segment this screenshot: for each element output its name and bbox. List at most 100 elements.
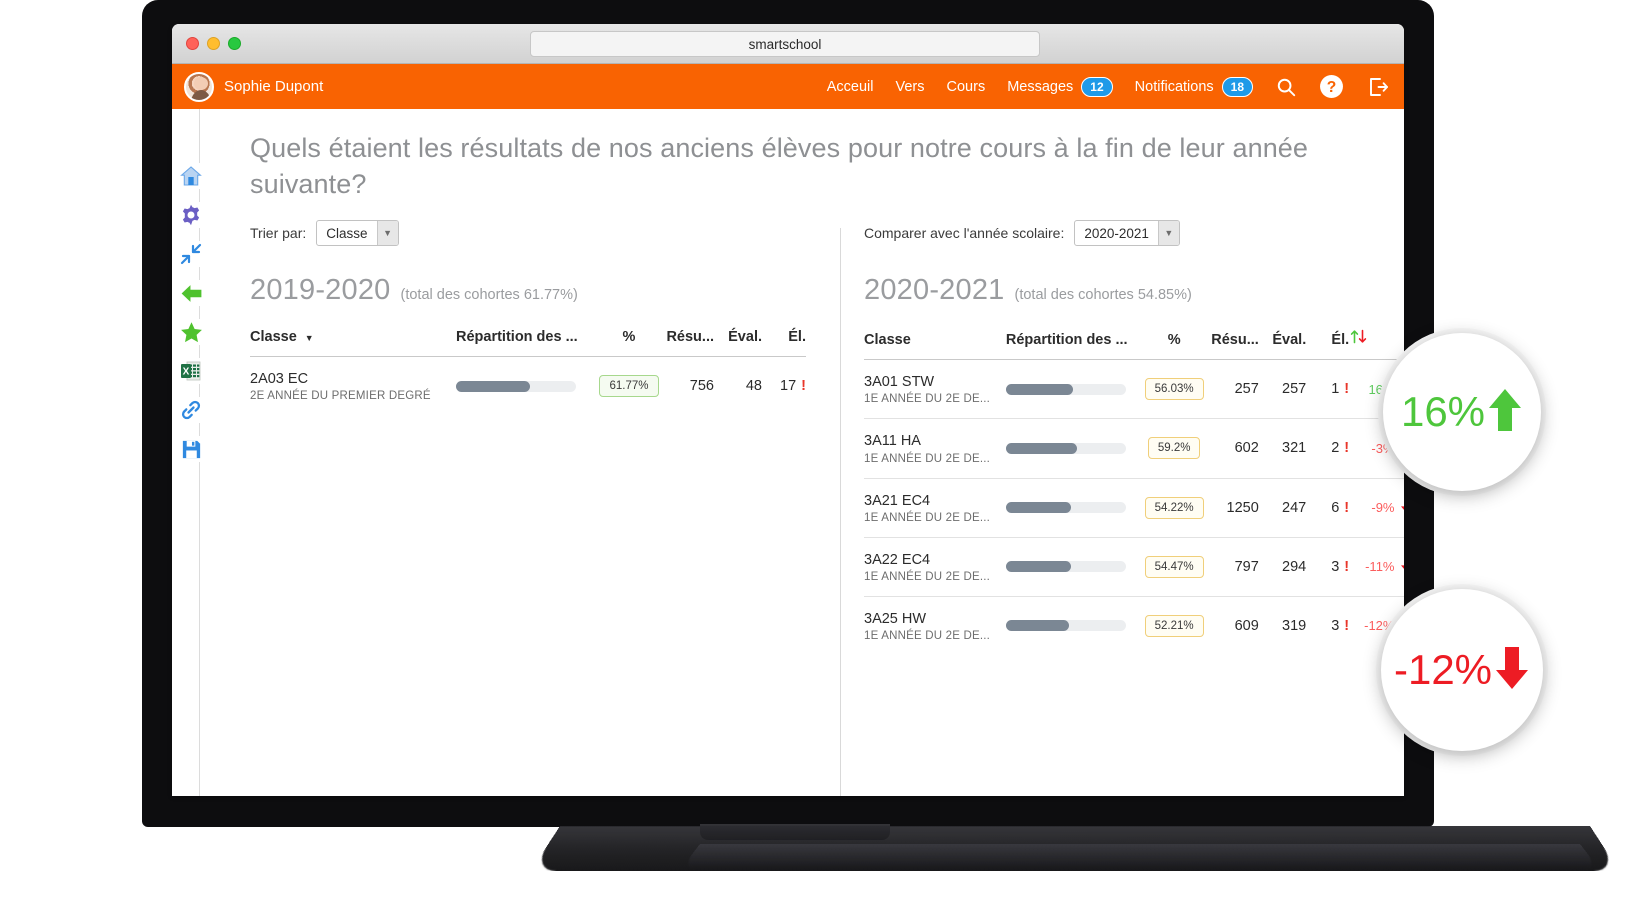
right-col-eval[interactable]: Éval. bbox=[1259, 329, 1306, 360]
class-subtitle: 1E ANNÉE DU 2E DE... bbox=[864, 452, 991, 465]
el-value: 2 bbox=[1331, 440, 1340, 457]
right-cell-pct: 56.03% bbox=[1141, 360, 1207, 419]
left-col-el[interactable]: Él. bbox=[762, 329, 806, 357]
link-icon[interactable] bbox=[178, 397, 204, 423]
help-icon[interactable]: ? bbox=[1319, 74, 1344, 99]
left-col-eval[interactable]: Éval. bbox=[714, 329, 762, 357]
close-window-button[interactable] bbox=[186, 37, 199, 50]
sort-label: Trier par: bbox=[250, 225, 307, 242]
warning-icon: ! bbox=[801, 378, 806, 395]
left-cell-pct: 61.77% bbox=[596, 357, 662, 416]
right-cell-class: 3A11 HA 1E ANNÉE DU 2E DE... bbox=[864, 419, 1006, 478]
class-name: 2A03 EC bbox=[250, 371, 309, 388]
nav-label-messages: Messages bbox=[1007, 78, 1074, 95]
distribution-bar-fill bbox=[1005, 561, 1072, 573]
right-cell-bar bbox=[1005, 419, 1141, 478]
nav-item-cours[interactable]: Cours bbox=[947, 79, 986, 95]
right-cell-class: 3A01 STW 1E ANNÉE DU 2E DE... bbox=[864, 360, 1006, 419]
maximize-window-button[interactable] bbox=[228, 37, 241, 50]
warning-icon: ! bbox=[1344, 381, 1350, 398]
right-cell-el: 3! bbox=[1306, 596, 1349, 655]
browser-window: smartschool Sophie Dupont Acceuil Vers C… bbox=[172, 24, 1404, 796]
left-col-pct[interactable]: % bbox=[596, 329, 662, 357]
url-bar[interactable]: smartschool bbox=[530, 31, 1040, 57]
nav-item-acceuil[interactable]: Acceuil bbox=[827, 79, 874, 95]
left-cell-class: 2A03 EC 2E ANNÉE DU PREMIER DEGRÉ bbox=[250, 357, 456, 416]
right-col-resu[interactable]: Résu... bbox=[1207, 329, 1259, 360]
el-value: 6 bbox=[1331, 499, 1340, 516]
percent-chip: 59.2% bbox=[1147, 437, 1201, 460]
nav-label-acceuil: Acceuil bbox=[826, 78, 874, 95]
app-header: Sophie Dupont Acceuil Vers Cours Message… bbox=[172, 64, 1404, 109]
right-cell-pct: 54.22% bbox=[1141, 478, 1207, 537]
distribution-bar bbox=[456, 380, 576, 392]
table-row[interactable]: 3A01 STW 1E ANNÉE DU 2E DE... 56.03% 257 257… bbox=[864, 359, 1404, 419]
right-cell-resu: 797 bbox=[1234, 558, 1259, 575]
left-year-subtitle: (total des cohortes 61.77%) bbox=[400, 287, 578, 304]
table-row[interactable]: 3A22 EC4 1E ANNÉE DU 2E DE... 54.47% 797 294… bbox=[864, 537, 1404, 596]
table-row[interactable]: 3A25 HW 1E ANNÉE DU 2E DE... 52.21% 609 319 3… bbox=[864, 596, 1404, 655]
right-cell-resu: 1250 bbox=[1226, 499, 1259, 516]
sort-by-value: Classe bbox=[326, 225, 368, 241]
distribution-bar bbox=[1005, 442, 1126, 454]
callout-decrease-text: -12% bbox=[1393, 646, 1493, 693]
right-cell-class: 3A22 EC4 1E ANNÉE DU 2E DE... bbox=[864, 537, 1006, 596]
left-col-classe-label: Classe bbox=[250, 329, 297, 346]
app-body: X Quels étaient les résultats de nos anc… bbox=[172, 109, 1404, 796]
distribution-bar bbox=[1005, 620, 1126, 632]
nav-item-messages[interactable]: Messages 12 bbox=[1007, 76, 1113, 97]
sort-by-select[interactable]: Classe ▼ bbox=[316, 220, 399, 247]
compare-year-select[interactable]: 2020-2021 ▼ bbox=[1074, 220, 1180, 247]
excel-export-icon[interactable]: X bbox=[178, 358, 204, 384]
percent-chip: 52.21% bbox=[1144, 614, 1204, 637]
back-arrow-icon[interactable] bbox=[178, 280, 204, 306]
comparison-panels: Trier par: Classe ▼ 2019-2020 (total des… bbox=[250, 218, 1404, 796]
right-col-pct[interactable]: % bbox=[1141, 329, 1207, 360]
user-name: Sophie Dupont bbox=[224, 78, 324, 95]
save-icon[interactable] bbox=[178, 436, 204, 462]
right-col-trend-sort[interactable] bbox=[1349, 329, 1404, 360]
callout-increase: 16% bbox=[1383, 333, 1541, 491]
star-icon[interactable] bbox=[178, 319, 204, 345]
nav-item-vers[interactable]: Vers bbox=[896, 79, 925, 95]
window-controls[interactable] bbox=[186, 37, 241, 50]
logout-icon[interactable] bbox=[1366, 75, 1390, 99]
minimize-window-button[interactable] bbox=[207, 37, 220, 50]
right-cell-pct: 54.47% bbox=[1141, 537, 1207, 596]
right-cell-bar bbox=[1005, 596, 1141, 655]
collapse-icon[interactable] bbox=[178, 241, 204, 267]
left-cell-resu: 756 bbox=[689, 378, 714, 395]
distribution-bar-fill bbox=[1005, 442, 1077, 454]
gear-icon[interactable] bbox=[178, 202, 204, 228]
right-col-el[interactable]: Él. bbox=[1306, 329, 1349, 360]
panel-previous-year: Trier par: Classe ▼ 2019-2020 (total des… bbox=[250, 218, 840, 655]
distribution-bar-fill bbox=[456, 380, 531, 392]
right-col-classe[interactable]: Classe bbox=[864, 329, 1006, 360]
search-icon[interactable] bbox=[1275, 76, 1297, 98]
compare-label: Comparer avec l'année scolaire: bbox=[864, 225, 1065, 242]
callout-decrease: -12% bbox=[1381, 589, 1543, 751]
nav-item-notifications[interactable]: Notifications 18 bbox=[1135, 76, 1253, 97]
right-cell-bar bbox=[1005, 478, 1141, 537]
chevron-down-icon: ▼ bbox=[376, 221, 398, 246]
right-cell-bar bbox=[1005, 360, 1141, 419]
avatar[interactable] bbox=[184, 71, 214, 102]
right-col-repartition[interactable]: Répartition des ... bbox=[1006, 329, 1141, 360]
left-cell-eval: 48 bbox=[745, 378, 762, 395]
left-col-repartition[interactable]: Répartition des ... bbox=[456, 329, 596, 357]
left-col-resu[interactable]: Résu... bbox=[662, 329, 714, 357]
table-row[interactable]: 2A03 EC 2E ANNÉE DU PREMIER DEGRÉ 61.77%… bbox=[250, 356, 806, 416]
warning-icon: ! bbox=[1344, 440, 1350, 457]
left-col-classe[interactable]: Classe ▼ bbox=[250, 329, 456, 357]
table-row[interactable]: 3A11 HA 1E ANNÉE DU 2E DE... 59.2% 602 321 2!… bbox=[864, 418, 1404, 478]
right-cell-pct: 52.21% bbox=[1141, 596, 1207, 655]
url-text: smartschool bbox=[748, 36, 822, 52]
messages-badge: 12 bbox=[1081, 76, 1113, 97]
right-cell-el: 2! bbox=[1306, 419, 1349, 478]
class-subtitle: 1E ANNÉE DU 2E DE... bbox=[864, 570, 991, 583]
home-icon[interactable] bbox=[178, 163, 204, 189]
table-row[interactable]: 3A21 EC4 1E ANNÉE DU 2E DE... 54.22% 1250 24… bbox=[864, 478, 1404, 537]
right-cell-eval: 294 bbox=[1282, 558, 1307, 575]
class-name: 3A01 STW bbox=[864, 374, 935, 391]
right-cell-el: 6! bbox=[1306, 478, 1349, 537]
